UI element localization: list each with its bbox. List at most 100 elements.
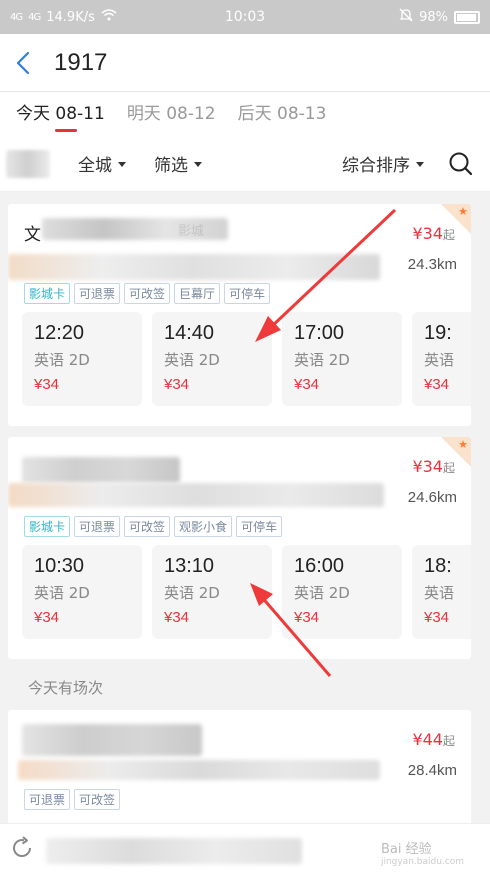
caret-down-icon <box>194 162 202 167</box>
tag: 影城卡 <box>24 516 71 537</box>
page-title: 1917 <box>54 48 108 76</box>
showtime-list: 12:20 英语 2D ¥34 14:40 英语 2D ¥34 17:00 英语… <box>22 312 471 406</box>
watermark-main: Bai 经验 <box>380 842 432 857</box>
city-filter[interactable]: 全城 <box>78 151 126 176</box>
star-icon: ★ <box>458 205 468 218</box>
showtime-price: ¥34 <box>424 609 450 626</box>
bottom-bar: Bai 经验 jingyan.baidu.com <box>0 823 490 879</box>
showtime-lang: 英语 2D <box>294 351 350 369</box>
tag: 可退票 <box>24 789 71 810</box>
showtime-card[interactable]: 10:30 英语 2D ¥34 <box>22 545 142 639</box>
tag: 可改签 <box>124 516 171 537</box>
star-icon: ★ <box>458 438 468 451</box>
showtime-price: ¥34 <box>164 609 190 626</box>
showtime-lang: 英语 <box>424 584 455 602</box>
min-price: ¥34起 <box>412 457 455 476</box>
blurred-address <box>18 760 380 780</box>
blurred-region <box>6 149 50 178</box>
showtime-price: ¥34 <box>294 609 320 626</box>
showtime-lang: 英语 <box>424 351 455 369</box>
clock: 10:03 <box>224 9 266 25</box>
showtime-list: 10:30 英语 2D ¥34 13:10 英语 2D ¥34 16:00 英语… <box>22 545 471 639</box>
cinema-card[interactable]: ¥44起 28.4km 可退票 可改签 <box>8 710 471 830</box>
showtime-card[interactable]: 18: 英语 ¥34 <box>412 545 471 639</box>
min-price: ¥44起 <box>412 730 455 749</box>
blurred-address <box>8 483 384 507</box>
tab-today[interactable]: 今天 08-11 <box>16 92 105 136</box>
caret-down-icon <box>416 162 424 167</box>
tag: 观影小食 <box>174 516 233 537</box>
showtime-card[interactable]: 14:40 英语 2D ¥34 <box>152 312 272 406</box>
showtime-time: 14:40 <box>164 322 215 344</box>
tag: 可退票 <box>74 283 121 304</box>
tag: 影城卡 <box>24 283 71 304</box>
tab-tomorrow[interactable]: 明天 08-12 <box>127 92 216 136</box>
showtime-lang: 英语 2D <box>34 584 90 602</box>
showtime-lang: 英语 2D <box>34 351 90 369</box>
nav-header: 1917 <box>0 34 490 92</box>
tag: 巨幕厅 <box>174 283 221 304</box>
price-value: ¥34 <box>412 457 443 476</box>
showtime-time: 18: <box>424 555 452 577</box>
distance: 28.4km <box>407 762 457 779</box>
showtime-price: ¥34 <box>34 609 60 626</box>
cinema-name-start: 文 <box>24 225 41 245</box>
back-icon[interactable] <box>16 48 38 78</box>
status-bar: 4G 4G 14.9K/s 10:03 98% <box>0 0 490 34</box>
cinema-card[interactable]: ★ 文 影城 ¥34起 24.3km 影城卡 可退票 可改签 巨幕厅 可停车 1… <box>8 204 471 426</box>
tag: 可停车 <box>224 283 271 304</box>
min-price: ¥34起 <box>412 224 455 243</box>
sort-label: 综合排序 <box>342 156 410 176</box>
refresh-icon[interactable] <box>10 836 34 860</box>
screen-filter-label: 筛选 <box>154 156 188 176</box>
showtime-time: 16:00 <box>294 555 345 577</box>
showtime-price: ¥34 <box>424 376 450 393</box>
search-icon[interactable] <box>448 151 474 177</box>
tab-day-after[interactable]: 后天 08-13 <box>238 92 327 136</box>
showtime-price: ¥34 <box>164 376 190 393</box>
showtime-time: 13:10 <box>164 555 215 577</box>
tag: 可改签 <box>124 283 171 304</box>
showtime-card[interactable]: 17:00 英语 2D ¥34 <box>282 312 402 406</box>
sort-dropdown[interactable]: 综合排序 <box>342 151 424 176</box>
watermark-sub: jingyan.baidu.com <box>380 857 464 867</box>
tag: 可停车 <box>236 516 283 537</box>
battery-icon <box>454 10 480 24</box>
showtime-card[interactable]: 19: 英语 ¥34 <box>412 312 471 406</box>
showtime-time: 17:00 <box>294 322 345 344</box>
tag-list: 影城卡 可退票 可改签 巨幕厅 可停车 <box>24 283 271 304</box>
filter-bar: 全城 筛选 综合排序 <box>0 136 490 192</box>
showtime-card[interactable]: 16:00 英语 2D ¥34 <box>282 545 402 639</box>
tag: 可改签 <box>74 789 121 810</box>
showtime-card[interactable]: 13:10 英语 2D ¥34 <box>152 545 272 639</box>
cinema-name-end: 影城 <box>178 224 205 239</box>
distance: 24.6km <box>407 489 457 506</box>
showtime-price: ¥34 <box>294 376 320 393</box>
showtime-lang: 英语 2D <box>164 584 220 602</box>
city-filter-label: 全城 <box>78 156 112 176</box>
showtime-time: 10:30 <box>34 555 85 577</box>
blurred-cinema-name <box>22 457 180 483</box>
price-value: ¥34 <box>412 224 443 243</box>
blurred-cinema-name <box>22 724 202 756</box>
price-suffix: 起 <box>442 461 455 475</box>
distance: 24.3km <box>407 256 457 273</box>
blurred-address <box>8 254 380 280</box>
showtime-lang: 英语 2D <box>164 351 220 369</box>
tag-list: 可退票 可改签 <box>24 789 121 810</box>
price-value: ¥44 <box>412 730 443 749</box>
date-tabs: 今天 08-11 明天 08-12 后天 08-13 <box>0 92 490 136</box>
showtime-time: 12:20 <box>34 322 85 344</box>
screen-filter[interactable]: 筛选 <box>154 151 202 176</box>
showtime-card[interactable]: 12:20 英语 2D ¥34 <box>22 312 142 406</box>
section-today-label: 今天有场次 <box>28 679 104 697</box>
blurred-bottom-text <box>46 838 302 864</box>
showtime-lang: 英语 2D <box>294 584 350 602</box>
tag: 可退票 <box>74 516 121 537</box>
caret-down-icon <box>118 162 126 167</box>
cinema-card[interactable]: ★ ¥34起 24.6km 影城卡 可退票 可改签 观影小食 可停车 10:30… <box>8 437 471 659</box>
tag-list: 影城卡 可退票 可改签 观影小食 可停车 <box>24 516 283 537</box>
showtime-price: ¥34 <box>34 376 60 393</box>
showtime-time: 19: <box>424 322 452 344</box>
watermark: Bai 经验 jingyan.baidu.com <box>381 838 464 867</box>
